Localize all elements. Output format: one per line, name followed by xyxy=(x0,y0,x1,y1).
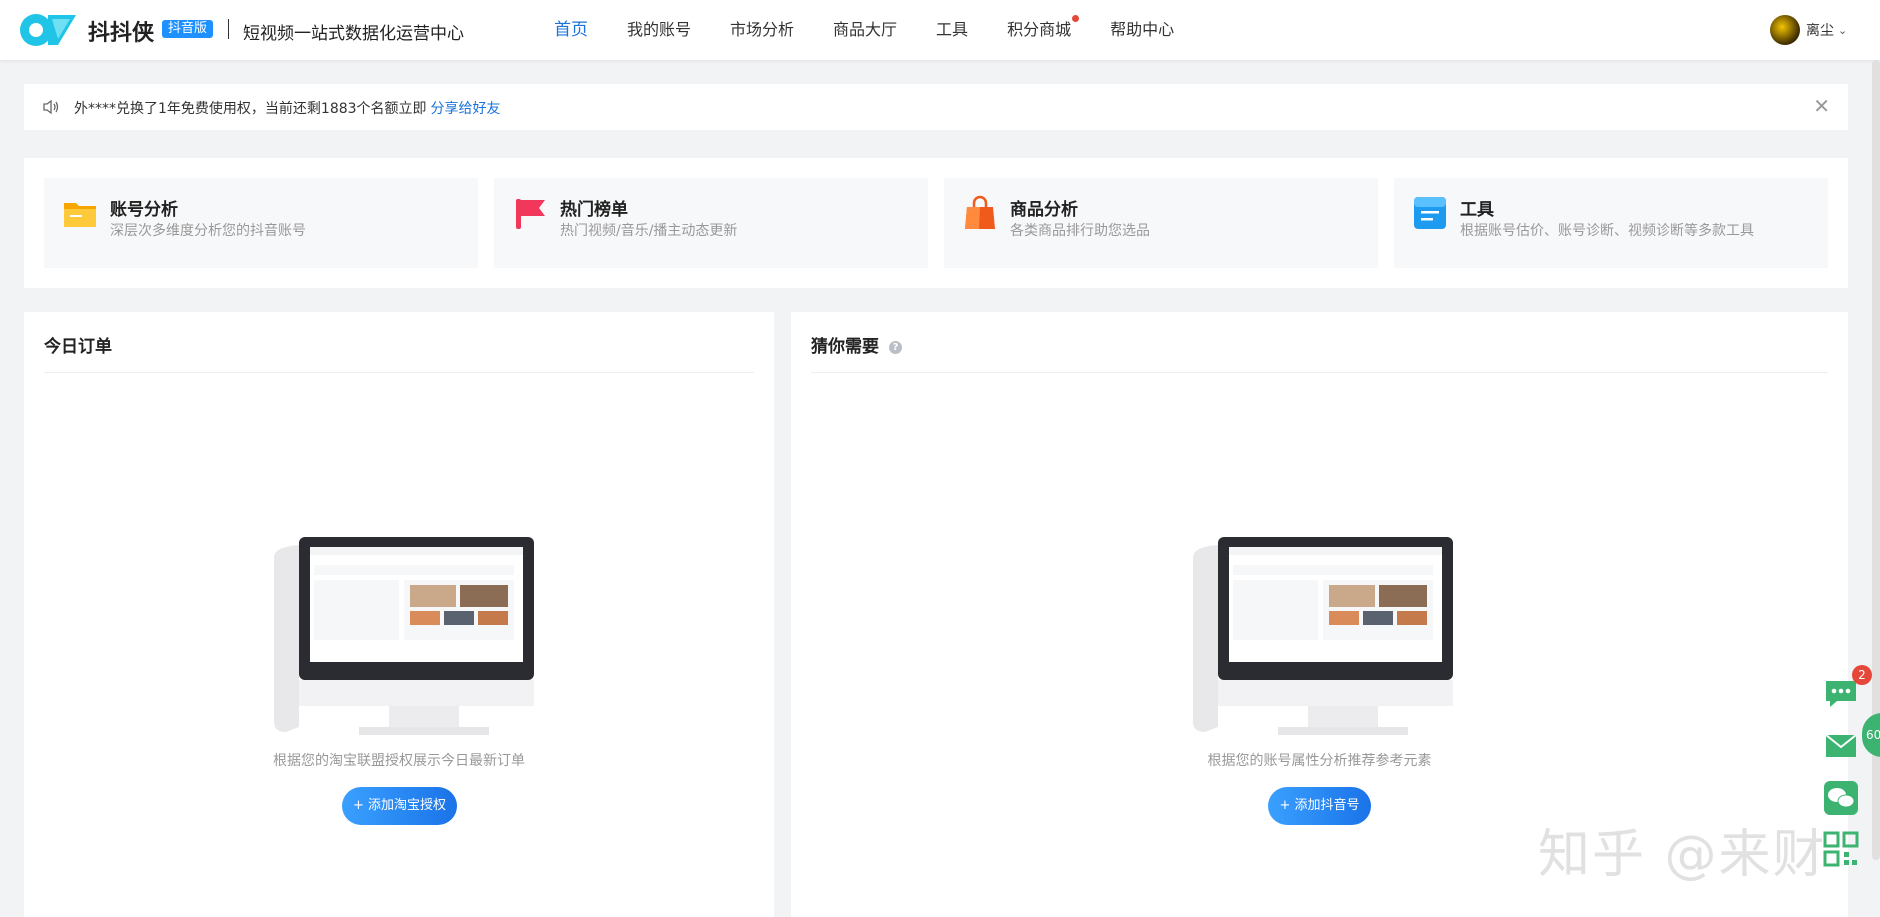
nav-item-tools[interactable]: 工具 xyxy=(936,0,968,60)
mail-icon[interactable] xyxy=(1823,727,1859,763)
notice-message: 外****兑换了1年免费使用权，当前还剩1883个名额立即 xyxy=(74,101,427,117)
chevron-down-icon: ⌄ xyxy=(1838,23,1848,37)
notice-text: 外****兑换了1年免费使用权，当前还剩1883个名额立即 分享给好友 xyxy=(74,98,501,118)
shopping-bag-icon xyxy=(965,195,995,229)
qr-code-icon[interactable] xyxy=(1823,831,1859,867)
empty-state-text: 根据您的账号属性分析推荐参考元素 xyxy=(1207,753,1432,769)
quick-card-hot-lists[interactable]: 热门榜单 热门视频/音乐/播主动态更新 xyxy=(494,178,928,268)
quick-card-title: 热门榜单 xyxy=(560,200,628,220)
brand-name[interactable]: 抖抖侠 xyxy=(88,15,154,47)
nav-item-my-account[interactable]: 我的账号 xyxy=(627,0,691,60)
notification-dot xyxy=(1072,15,1080,22)
share-link[interactable]: 分享给好友 xyxy=(431,101,501,117)
header-divider xyxy=(228,19,229,39)
wechat-icon[interactable] xyxy=(1823,780,1859,816)
flag-icon xyxy=(516,199,545,229)
avatar xyxy=(1770,15,1800,45)
quick-card-product-analysis[interactable]: 商品分析 各类商品排行助您选品 xyxy=(944,178,1378,268)
quick-card-desc: 热门视频/音乐/播主动态更新 xyxy=(560,223,738,239)
close-icon[interactable]: ✕ xyxy=(1813,94,1830,118)
guess-you-need-panel: 猜你需要? 根据您的账号属性分析推荐参考元素 + 添加抖音号 xyxy=(791,312,1848,917)
panel-title: 今日订单 xyxy=(44,337,112,357)
main-nav: 首页 我的账号 市场分析 商品大厅 工具 积分商城 帮助中心 xyxy=(554,0,1213,60)
side-tab[interactable]: 60 xyxy=(1862,713,1880,757)
nav-item-product-hall[interactable]: 商品大厅 xyxy=(833,0,897,60)
username: 离尘 xyxy=(1806,23,1834,39)
quick-card-desc: 各类商品排行助您选品 xyxy=(1010,223,1150,239)
nav-item-points-mall[interactable]: 积分商城 xyxy=(1007,0,1080,60)
quick-card-title: 商品分析 xyxy=(1010,200,1078,220)
top-header: 抖抖侠 抖音版 短视频一站式数据化运营中心 首页 我的账号 市场分析 商品大厅 … xyxy=(0,0,1880,60)
add-douyin-account-button[interactable]: + 添加抖音号 xyxy=(1268,787,1371,825)
quick-card-title: 账号分析 xyxy=(110,200,178,220)
notice-bar: 外****兑换了1年免费使用权，当前还剩1883个名额立即 分享给好友 ✕ xyxy=(24,84,1848,130)
nav-item-help-center[interactable]: 帮助中心 xyxy=(1110,0,1174,60)
edition-badge: 抖音版 xyxy=(162,20,214,38)
speaker-icon xyxy=(43,99,59,115)
tool-doc-icon xyxy=(1414,197,1446,229)
quick-card-desc: 根据账号估价、账号诊断、视频诊断等多款工具 xyxy=(1460,223,1754,239)
folder-icon xyxy=(64,203,96,227)
user-menu[interactable]: 离尘 ⌄ xyxy=(1770,15,1847,45)
empty-state-text: 根据您的淘宝联盟授权展示今日最新订单 xyxy=(273,753,525,769)
panel-title: 猜你需要? xyxy=(811,332,902,357)
app-logo-icon[interactable] xyxy=(18,9,80,51)
add-taobao-auth-button[interactable]: + 添加淘宝授权 xyxy=(342,787,457,825)
nav-item-home[interactable]: 首页 xyxy=(554,0,588,60)
quick-card-desc: 深层次多维度分析您的抖音账号 xyxy=(110,223,306,239)
quick-card-account-analysis[interactable]: 账号分析 深层次多维度分析您的抖音账号 xyxy=(44,178,478,268)
quick-entry-section: 账号分析 深层次多维度分析您的抖音账号 热门榜单 热门视频/音乐/播主动态更新 … xyxy=(24,158,1848,288)
nav-item-market-analysis[interactable]: 市场分析 xyxy=(730,0,794,60)
monitor-illustration-icon xyxy=(274,537,534,735)
panel-title-text: 猜你需要 xyxy=(811,337,879,357)
help-icon[interactable]: ? xyxy=(889,341,902,354)
monitor-illustration-icon xyxy=(1193,537,1453,735)
quick-card-tools[interactable]: 工具 根据账号估价、账号诊断、视频诊断等多款工具 xyxy=(1394,178,1828,268)
slogan: 短视频一站式数据化运营中心 xyxy=(243,24,464,44)
panel-divider xyxy=(811,372,1828,373)
today-orders-panel: 今日订单 根据您的淘宝联盟授权展示今日最新订单 + 添加淘宝授权 xyxy=(24,312,774,917)
chat-count-badge: 2 xyxy=(1852,665,1872,685)
quick-card-title: 工具 xyxy=(1460,200,1494,220)
panel-divider xyxy=(44,372,754,373)
nav-item-points-mall-label: 积分商城 xyxy=(1007,20,1072,39)
